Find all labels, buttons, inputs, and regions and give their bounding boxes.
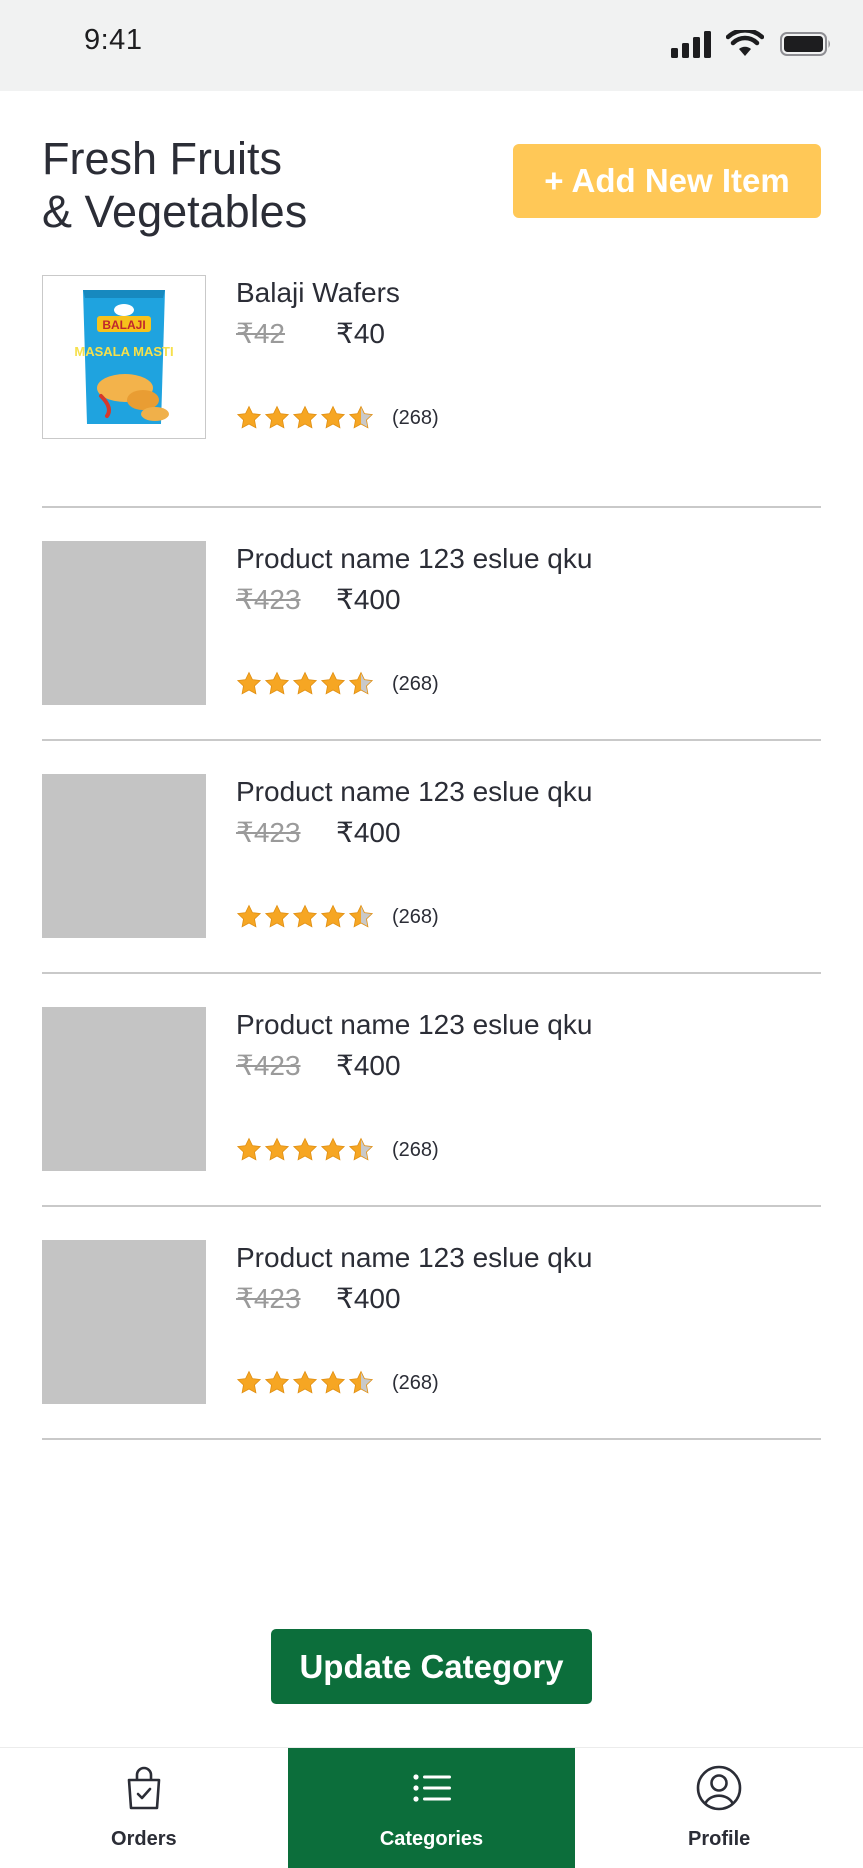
chips-packet-image: BALAJI MASALA MASTI — [74, 290, 174, 424]
review-count: (268) — [392, 406, 439, 429]
product-image: BALAJI MASALA MASTI — [42, 275, 206, 439]
star-icon — [348, 671, 374, 695]
page-title-line2: & Vegetables — [42, 186, 308, 237]
star-icon — [348, 904, 374, 928]
product-item[interactable]: Product name 123 eslue qku ₹423 ₹400 (268) — [42, 974, 821, 1207]
packet-brand-text: BALAJI — [102, 318, 145, 332]
product-image-placeholder — [42, 541, 206, 705]
product-list: BALAJI MASALA MASTI Balaji Wafers ₹42 ₹40 (26… — [42, 275, 821, 1440]
star-icon — [292, 405, 318, 429]
star-icon — [320, 1370, 346, 1394]
signal-icon — [671, 31, 711, 58]
star-icon — [348, 405, 374, 429]
product-name: Product name 123 eslue qku — [236, 543, 593, 574]
sale-price: ₹400 — [336, 817, 401, 848]
page-title-line1: Fresh Fruits — [42, 133, 283, 184]
shopping-bag-check-icon — [127, 1766, 161, 1810]
product-item[interactable]: BALAJI MASALA MASTI Balaji Wafers ₹42 ₹40 (26… — [42, 275, 821, 508]
rating-row: (268) — [236, 904, 439, 930]
wifi-icon — [726, 30, 764, 56]
packet-label-text: MASALA MASTI — [74, 344, 173, 359]
star-icon — [320, 671, 346, 695]
star-icon — [320, 405, 346, 429]
product-item[interactable]: Product name 123 eslue qku ₹423 ₹400 (268) — [42, 741, 821, 974]
update-category-button[interactable]: Update Category — [271, 1629, 592, 1704]
star-icon — [320, 904, 346, 928]
star-icon — [348, 1137, 374, 1161]
rating-row: (268) — [236, 671, 439, 697]
star-icon — [292, 1137, 318, 1161]
original-price: ₹42 — [236, 318, 285, 349]
product-name: Product name 123 eslue qku — [236, 776, 593, 807]
page-title: Fresh Fruits & Vegetables — [42, 132, 462, 238]
star-icon — [236, 405, 262, 429]
price-row: ₹423 ₹400 — [236, 816, 401, 849]
rating-row: (268) — [236, 1370, 439, 1396]
list-icon — [412, 1774, 451, 1802]
product-name: Product name 123 eslue qku — [236, 1242, 593, 1273]
star-icon — [348, 1370, 374, 1394]
review-count: (268) — [392, 905, 439, 928]
sale-price: ₹400 — [336, 1283, 401, 1314]
star-icon — [320, 1137, 346, 1161]
original-price: ₹423 — [236, 1283, 301, 1314]
rating-row: (268) — [236, 405, 439, 431]
nav-item-orders[interactable]: Orders — [0, 1748, 288, 1868]
star-icon — [264, 1137, 290, 1161]
product-item[interactable]: Product name 123 eslue qku ₹423 ₹400 (268) — [42, 1207, 821, 1440]
nav-label-orders: Orders — [111, 1828, 177, 1850]
product-name: Balaji Wafers — [236, 277, 400, 308]
nav-label-categories: Categories — [379, 1828, 484, 1850]
review-count: (268) — [392, 672, 439, 695]
star-icon — [292, 1370, 318, 1394]
sale-price: ₹40 — [336, 318, 385, 349]
product-image-placeholder — [42, 774, 206, 938]
product-name: Product name 123 eslue qku — [236, 1009, 593, 1040]
sale-price: ₹400 — [336, 584, 401, 615]
sale-price: ₹400 — [336, 1050, 401, 1081]
star-icon — [264, 904, 290, 928]
product-image-placeholder — [42, 1240, 206, 1404]
star-icon — [292, 671, 318, 695]
star-icon — [264, 1370, 290, 1394]
original-price: ₹423 — [236, 1050, 301, 1081]
price-row: ₹423 ₹400 — [236, 1282, 401, 1315]
status-time: 9:41 — [84, 24, 143, 56]
nav-item-profile[interactable]: Profile — [575, 1748, 863, 1868]
original-price: ₹423 — [236, 817, 301, 848]
star-icon — [264, 671, 290, 695]
review-count: (268) — [392, 1138, 439, 1161]
original-price: ₹423 — [236, 584, 301, 615]
bottom-nav: Orders Categories Profile — [0, 1747, 863, 1868]
rating-row: (268) — [236, 1137, 439, 1163]
price-row: ₹423 ₹400 — [236, 1049, 401, 1082]
review-count: (268) — [392, 1371, 439, 1394]
user-circle-icon — [696, 1765, 742, 1811]
price-row: ₹423 ₹400 — [236, 583, 401, 616]
star-icon — [292, 904, 318, 928]
star-icon — [264, 405, 290, 429]
product-image-placeholder — [42, 1007, 206, 1171]
add-new-item-button[interactable]: + Add New Item — [513, 144, 821, 218]
nav-label-profile: Profile — [688, 1828, 751, 1850]
status-bar: 9:41 — [0, 0, 863, 91]
star-icon — [236, 1370, 262, 1394]
product-item[interactable]: Product name 123 eslue qku ₹423 ₹400 (268) — [42, 508, 821, 741]
nav-item-categories[interactable]: Categories — [287, 1748, 576, 1868]
star-icon — [236, 1137, 262, 1161]
star-icon — [236, 904, 262, 928]
price-row: ₹42 ₹40 — [236, 317, 385, 350]
star-icon — [236, 671, 262, 695]
battery-icon — [780, 32, 830, 56]
